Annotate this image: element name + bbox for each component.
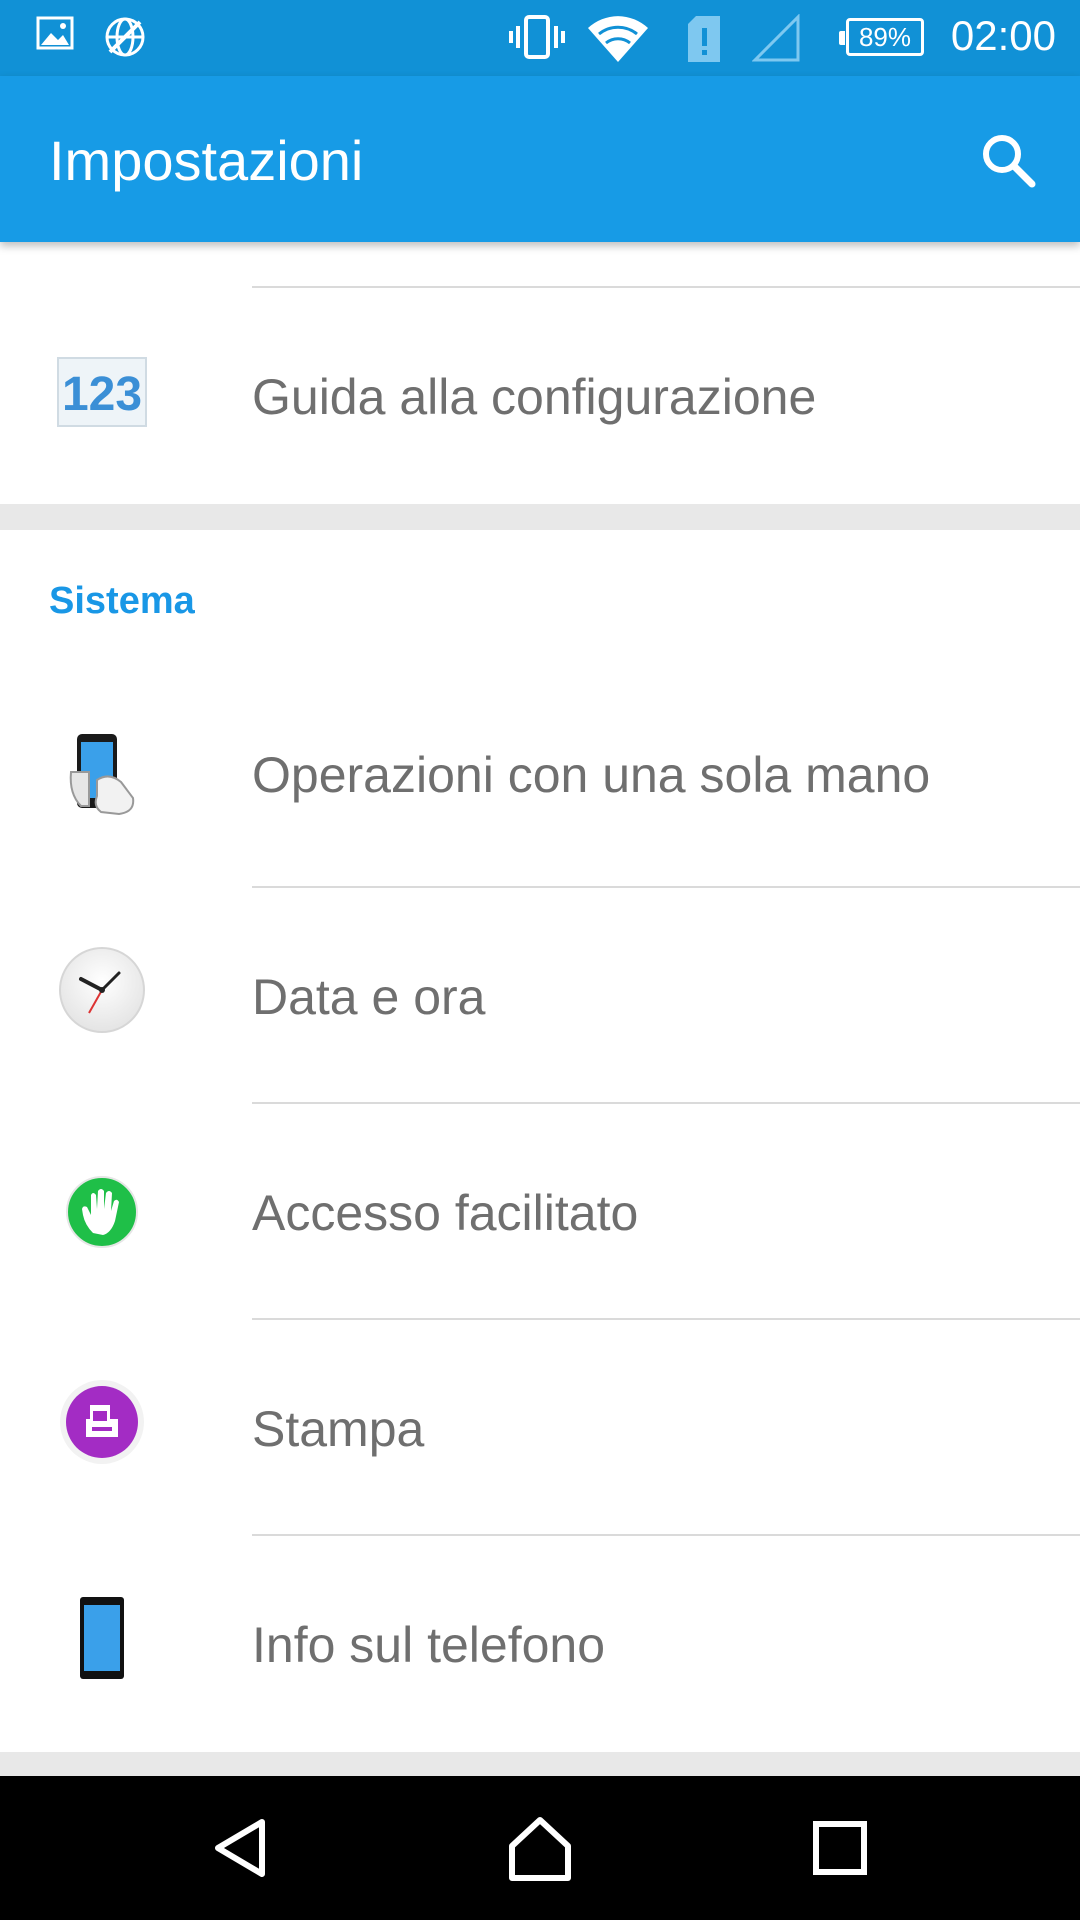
home-icon[interactable] xyxy=(498,1806,582,1890)
image-icon xyxy=(36,16,74,50)
signal-icon xyxy=(752,14,800,62)
setting-item-label: Guida alla configurazione xyxy=(252,369,817,425)
setting-item-label: Accesso facilitato xyxy=(252,1185,639,1241)
setting-item-date-time[interactable]: Data e ora xyxy=(0,888,1080,1104)
setting-item-label: Info sul telefono xyxy=(252,1617,606,1673)
search-icon[interactable] xyxy=(976,128,1040,192)
svg-text:123: 123 xyxy=(62,368,142,421)
recents-icon[interactable] xyxy=(798,1806,882,1890)
app-bar: Impostazioni xyxy=(0,76,1080,242)
accessibility-hand-icon xyxy=(52,1162,152,1262)
settings-card-system: Sistema Operazioni con una sola mano Dat… xyxy=(0,530,1080,1752)
page-title: Impostazioni xyxy=(49,129,364,192)
setup-guide-icon: 123 xyxy=(52,342,152,442)
vibrate-icon xyxy=(509,15,565,59)
sim-alert-icon xyxy=(688,16,720,62)
setting-item-label: Data e ora xyxy=(252,969,486,1025)
setting-item-setup-guide[interactable]: 123 Guida alla configurazione xyxy=(0,288,1080,504)
phone-icon xyxy=(52,1588,152,1688)
one-hand-icon xyxy=(52,724,152,824)
wifi-icon xyxy=(588,16,648,62)
status-bar: 89% 02:00 xyxy=(0,0,1080,76)
setting-item-print[interactable]: Stampa xyxy=(0,1320,1080,1536)
setting-item-label: Stampa xyxy=(252,1401,425,1457)
clock-icon xyxy=(52,940,152,1040)
back-icon[interactable] xyxy=(198,1806,282,1890)
setting-item-accessibility[interactable]: Accesso facilitato xyxy=(0,1104,1080,1320)
setting-item-about-phone[interactable]: Info sul telefono xyxy=(0,1536,1080,1752)
print-icon xyxy=(52,1372,152,1472)
setting-item-one-hand[interactable]: Operazioni con una sola mano xyxy=(0,666,1080,882)
setting-item-label: Operazioni con una sola mano xyxy=(252,747,931,803)
section-title: Sistema xyxy=(49,580,195,622)
settings-card-top: 123 Guida alla configurazione xyxy=(0,242,1080,504)
globe-off-icon xyxy=(105,17,145,57)
clock: 02:00 xyxy=(950,12,1056,59)
battery-indicator: 89% xyxy=(839,18,924,56)
navigation-bar xyxy=(0,1776,1080,1920)
